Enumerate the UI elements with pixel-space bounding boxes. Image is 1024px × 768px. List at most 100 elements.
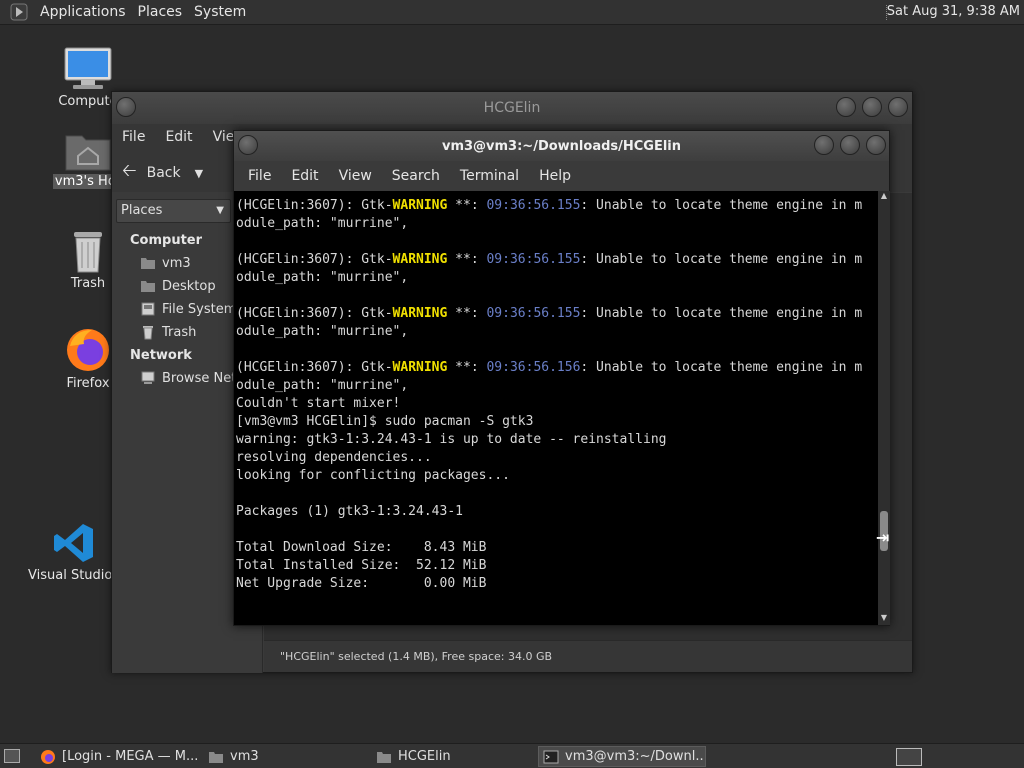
warning-stars: **:: [447, 252, 487, 267]
task-vm3[interactable]: vm3: [204, 746, 366, 767]
output-text: looking for conflicting packages...: [236, 468, 510, 483]
status-bar: "HCGElin" selected (1.4 MB), Free space:…: [264, 640, 912, 672]
minimize-button[interactable]: [836, 97, 856, 117]
warning-prefix: (HCGElin:3607): Gtk-: [236, 252, 393, 267]
warning-continuation: odule_path: "murrine",: [236, 378, 409, 393]
term-menu-view[interactable]: View: [329, 168, 382, 184]
places-dropdown[interactable]: Places ▼: [116, 199, 231, 223]
sidebar-item-label: File System: [162, 301, 237, 317]
file-manager-title: HCGElin: [483, 100, 541, 116]
system-menu[interactable]: System: [188, 4, 252, 20]
terminal-line: (HCGElin:3607): Gtk-WARNING **: 09:36:56…: [236, 197, 878, 215]
warning-stars: **:: [447, 360, 487, 375]
term-menu-edit[interactable]: Edit: [281, 168, 328, 184]
show-desktop-icon[interactable]: [4, 749, 20, 763]
applications-menu[interactable]: Applications: [34, 4, 132, 20]
fm-menu-file[interactable]: File: [112, 129, 155, 145]
minimize-button[interactable]: [814, 135, 834, 155]
network-icon: [141, 371, 155, 384]
term-menu-search[interactable]: Search: [382, 168, 450, 184]
task-firefox[interactable]: [Login - MEGA — M...: [36, 746, 198, 767]
terminal-line: Total Installed Size: 52.12 MiB: [236, 557, 878, 575]
terminal-line: odule_path: "murrine",: [236, 215, 878, 233]
sidebar-item-browse-network[interactable]: Browse Net: [140, 370, 236, 386]
chevron-down-icon: ▼: [216, 205, 224, 216]
file-manager-titlebar[interactable]: HCGElin: [112, 92, 912, 124]
sidebar-item-label: Trash: [162, 324, 197, 340]
computer-icon: [64, 47, 112, 89]
terminal-line: Couldn't start mixer!: [236, 395, 878, 413]
warning-level: WARNING: [392, 360, 448, 375]
output-text: warning: gtk3-1:3.24.43-1 is up to date …: [236, 432, 667, 447]
warning-stars: **:: [447, 198, 487, 213]
places-menu[interactable]: Places: [132, 4, 189, 20]
back-button[interactable]: 🡠 Back ▼: [122, 158, 203, 188]
desktop-icon-vscode[interactable]: Visual Studio Co: [26, 520, 134, 583]
trash-icon: [74, 232, 102, 273]
term-menu-file[interactable]: File: [238, 168, 281, 184]
terminal-title: vm3@vm3:~/Downloads/HCGElin: [441, 139, 682, 154]
terminal-scrollbar[interactable]: ▲ ▼: [878, 191, 890, 625]
vscode-icon: [54, 524, 93, 562]
terminal-output[interactable]: (HCGElin:3607): Gtk-WARNING **: 09:36:56…: [234, 191, 878, 625]
desktop-icon-label: Trash: [70, 276, 106, 291]
fm-menu-edit[interactable]: Edit: [155, 129, 202, 145]
close-button[interactable]: [888, 97, 908, 117]
sidebar-section-network: Network: [130, 348, 192, 363]
scroll-up-icon[interactable]: ▲: [878, 191, 890, 203]
warning-timestamp: 09:36:56.155: [486, 252, 581, 267]
close-button[interactable]: [866, 135, 886, 155]
firefox-icon: [67, 329, 109, 371]
warning-message: : Unable to locate theme engine in m: [580, 198, 863, 213]
clock[interactable]: Sat Aug 31, 9:38 AM: [887, 4, 1020, 19]
sidebar-item-desktop[interactable]: Desktop: [140, 278, 216, 294]
terminal-menubar: File Edit View Search Terminal Help: [234, 161, 889, 191]
back-label: Back: [146, 165, 181, 181]
term-menu-terminal[interactable]: Terminal: [450, 168, 529, 184]
terminal-line: odule_path: "murrine",: [236, 269, 878, 287]
task-terminal[interactable]: vm3@vm3:~/Downl...: [538, 746, 706, 767]
maximize-button[interactable]: [862, 97, 882, 117]
sidebar-item-vm3[interactable]: vm3: [140, 255, 191, 271]
warning-continuation: odule_path: "murrine",: [236, 324, 409, 339]
sidebar-item-label: Desktop: [162, 278, 216, 294]
output-text: Couldn't start mixer!: [236, 396, 401, 411]
home-folder-icon: [209, 751, 223, 763]
terminal-window[interactable]: vm3@vm3:~/Downloads/HCGElin File Edit Vi…: [233, 130, 890, 626]
top-panel: Applications Places System Sat Aug 31, 9…: [0, 0, 1024, 25]
sidebar-item-trash[interactable]: Trash: [140, 324, 196, 340]
terminal-icon: [543, 750, 559, 763]
terminal-line: odule_path: "murrine",: [236, 377, 878, 395]
workspace-switcher[interactable]: [896, 748, 922, 766]
sidebar-item-file-system[interactable]: File System: [140, 301, 236, 317]
scroll-down-icon[interactable]: ▼: [878, 613, 890, 625]
bottom-taskbar: [Login - MEGA — M... vm3 HCGElin vm3@vm3…: [0, 743, 1024, 768]
sidebar-item-label: vm3: [162, 255, 191, 271]
task-label: HCGElin: [398, 749, 451, 764]
home-folder-icon: [65, 135, 111, 171]
warning-timestamp: 09:36:56.155: [486, 306, 581, 321]
warning-stars: **:: [447, 306, 487, 321]
terminal-titlebar[interactable]: vm3@vm3:~/Downloads/HCGElin: [234, 131, 889, 161]
term-menu-help[interactable]: Help: [529, 168, 581, 184]
output-text: Net Upgrade Size: 0.00 MiB: [236, 576, 487, 591]
back-arrow-icon: 🡠: [122, 160, 137, 181]
desktop-folder-icon: [141, 281, 155, 292]
output-text: Packages (1) gtk3-1:3.24.43-1: [236, 504, 463, 519]
task-hcgelin[interactable]: HCGElin: [372, 746, 534, 767]
terminal-line: Total Download Size: 8.43 MiB: [236, 539, 878, 557]
gnome-foot-icon[interactable]: [10, 3, 28, 21]
task-label: [Login - MEGA — M...: [62, 749, 198, 764]
warning-prefix: (HCGElin:3607): Gtk-: [236, 360, 393, 375]
warning-level: WARNING: [392, 252, 448, 267]
maximize-button[interactable]: [840, 135, 860, 155]
warning-message: : Unable to locate theme engine in m: [580, 252, 863, 267]
terminal-line: resolving dependencies...: [236, 449, 878, 467]
chevron-down-icon[interactable]: ▼: [195, 167, 203, 180]
sidebar-item-label: Browse Net: [162, 370, 237, 386]
